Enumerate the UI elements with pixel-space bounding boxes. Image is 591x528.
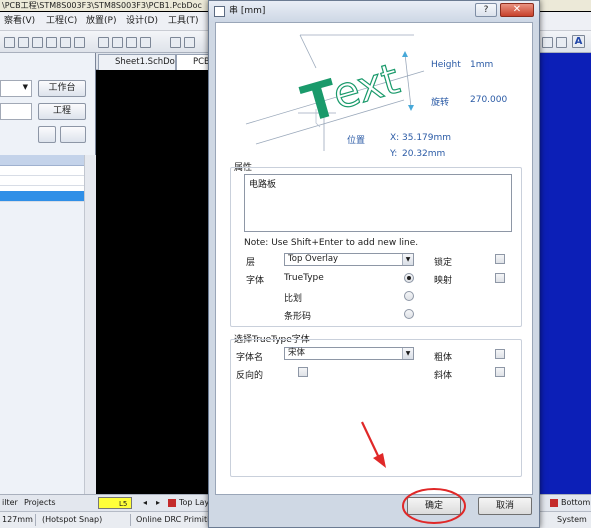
height-value[interactable]: 1mm (470, 60, 493, 70)
status-system[interactable]: System (557, 512, 587, 528)
tab-schdoc[interactable]: Sheet1.SchDoc (98, 54, 176, 70)
position-label: 位置 (347, 136, 366, 146)
mirror-checkbox[interactable] (495, 273, 505, 283)
font-name-label: 字体名 (236, 353, 264, 363)
inverted-label: 反向的 (236, 371, 264, 381)
pcb-canvas[interactable] (96, 70, 218, 494)
layer-scroll-left-icon[interactable]: ◂ (143, 495, 147, 511)
rotation-value[interactable]: 270.000 (470, 95, 507, 105)
lock-label: 锁定 (434, 258, 453, 268)
workspace-button[interactable]: 工作台 (38, 80, 86, 97)
font-radio-stroke[interactable] (404, 291, 414, 301)
dialog-title: 串 [mm] (229, 6, 266, 16)
tab-filter[interactable]: ilter (2, 495, 18, 511)
tab-projects[interactable]: Projects (24, 495, 56, 511)
y-value[interactable]: 20.32mm (402, 149, 445, 159)
menu-design[interactable]: 设计(D) (126, 12, 158, 31)
layer-tab-l5[interactable]: L5 (98, 497, 132, 509)
italic-checkbox[interactable] (495, 367, 505, 377)
layer-scroll-right-icon[interactable]: ▸ (156, 495, 160, 511)
string-properties-dialog: 串 [mm] ? ✕ T ext Height 1mm 旋转 270.000 位… (208, 0, 540, 528)
text-preview-illustration: T ext (245, 34, 425, 151)
x-label: X: (390, 133, 400, 143)
font-radio-barcode[interactable] (404, 309, 414, 319)
dialog-app-icon (214, 6, 225, 17)
document-tabs: Sheet1.SchDoc PCB1 (96, 53, 226, 70)
font-option-stroke: 比划 (284, 294, 303, 304)
preview-text-rest: ext (327, 54, 404, 119)
status-drc: Online DRC Primitive (136, 515, 220, 524)
move-icon[interactable] (184, 37, 195, 48)
project-button[interactable]: 工程 (38, 103, 86, 120)
tree-row-selected[interactable] (0, 191, 84, 202)
menu-view[interactable]: 察看(V) (4, 12, 35, 31)
via-icon[interactable] (556, 37, 567, 48)
italic-label: 斜体 (434, 371, 453, 381)
folder-icon[interactable] (60, 126, 86, 143)
rotation-label: 旋转 (431, 98, 450, 108)
new-icon[interactable] (4, 37, 15, 48)
font-option-truetype: TrueType (284, 273, 324, 283)
font-radio-truetype[interactable] (404, 273, 414, 283)
close-icon: ✕ (512, 4, 522, 15)
tree-row[interactable] (0, 166, 84, 176)
menu-tools[interactable]: 工具(T) (168, 12, 199, 31)
y-label: Y: (390, 149, 398, 159)
status-separator (130, 514, 131, 526)
font-type-label: 字体 (246, 276, 265, 286)
cancel-button[interactable]: 取消 (478, 497, 532, 515)
save-icon[interactable] (32, 37, 43, 48)
bold-label: 粗体 (434, 353, 453, 363)
font-name-select[interactable]: 宋体 ▼ (284, 347, 414, 360)
zoom-icon[interactable] (60, 37, 71, 48)
ok-button-highlight-circle (402, 488, 466, 524)
question-icon: ? (483, 5, 489, 15)
bottom-layer-color-icon (550, 499, 558, 507)
layer-tab-bottom[interactable]: Bottom (561, 495, 590, 511)
status-separator (35, 514, 36, 526)
workspace-dropdown[interactable]: ▼ (0, 80, 32, 97)
wiring-icon[interactable] (542, 37, 553, 48)
status-coordinates: 127mm (2, 515, 33, 524)
rubber-stamp-icon[interactable] (140, 37, 151, 48)
x-value[interactable]: 35.179mm (402, 133, 451, 143)
pcb-board-area[interactable] (540, 53, 591, 494)
panel-scrollbar[interactable] (84, 155, 96, 494)
cut-icon[interactable] (98, 37, 109, 48)
lock-checkbox[interactable] (495, 254, 505, 264)
print-icon[interactable] (46, 37, 57, 48)
layer-label: 层 (246, 258, 256, 268)
text-input-area[interactable]: 电路板 (244, 174, 512, 232)
file-view-icon[interactable] (38, 126, 56, 143)
project-tree-header (0, 155, 84, 166)
tree-row[interactable] (0, 176, 84, 186)
dialog-body: T ext Height 1mm 旋转 270.000 位置 X: 35.179… (215, 22, 533, 495)
menu-project[interactable]: 工程(C) (46, 12, 77, 31)
mirror-label: 映射 (434, 276, 453, 286)
height-label: Height (431, 60, 461, 70)
project-dropdown[interactable] (0, 103, 32, 120)
dialog-help-button[interactable]: ? (475, 3, 497, 17)
status-snap: (Hotspot Snap) (42, 515, 103, 524)
chevron-down-icon: ▼ (402, 254, 413, 265)
chevron-down-icon: ▼ (402, 348, 413, 359)
zoom-fit-icon[interactable] (74, 37, 85, 48)
menu-place[interactable]: 放置(P) (86, 12, 116, 31)
select-area-icon[interactable] (170, 37, 181, 48)
open-icon[interactable] (18, 37, 29, 48)
projects-panel: ▼ 工作台 工程 (0, 53, 96, 494)
dialog-close-button[interactable]: ✕ (500, 3, 534, 17)
newline-note: Note: Use Shift+Enter to add new line. (244, 238, 419, 248)
layer-select[interactable]: Top Overlay ▼ (284, 253, 414, 266)
annotation-arrow-icon (361, 421, 386, 468)
right-toolbar: A (540, 31, 591, 53)
paste-icon[interactable] (126, 37, 137, 48)
top-layer-color-icon (168, 499, 176, 507)
place-string-icon[interactable]: A (572, 35, 585, 48)
copy-icon[interactable] (112, 37, 123, 48)
inverted-checkbox[interactable] (298, 367, 308, 377)
font-option-barcode: 条形码 (284, 312, 312, 322)
bold-checkbox[interactable] (495, 349, 505, 359)
dropdown-arrow-icon: ▼ (22, 83, 28, 91)
